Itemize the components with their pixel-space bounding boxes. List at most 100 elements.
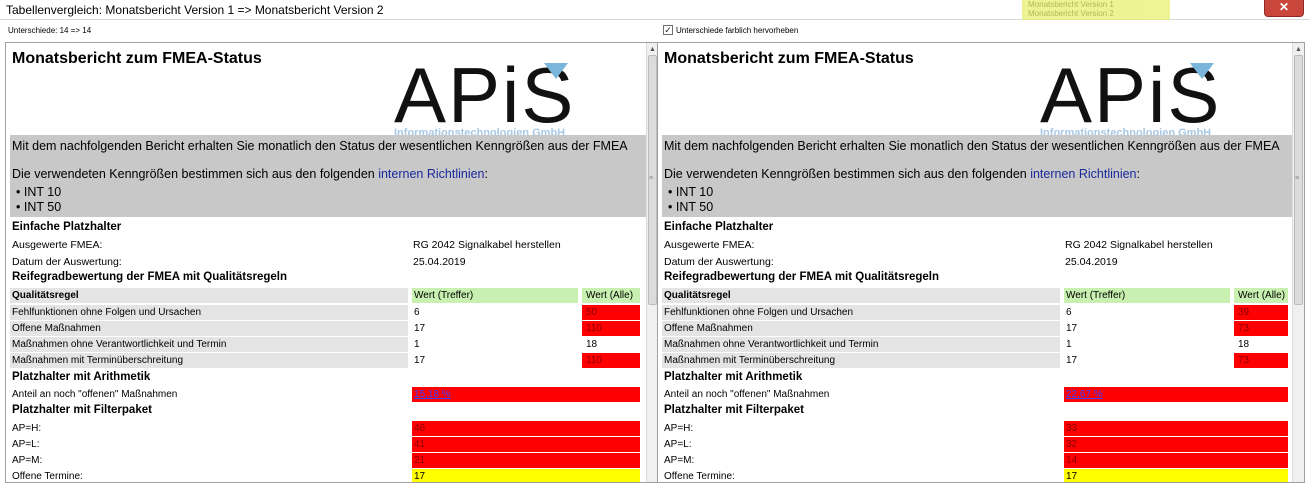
col-all-header: Wert (Alle) [582, 288, 640, 303]
guidelines-link[interactable]: internen Richtlinien [1030, 167, 1136, 181]
diff-count: Unterschiede: 14 => 14 [8, 26, 92, 35]
diff-cell: 39 [1234, 305, 1288, 320]
table-row: Maßnahmen mit Terminüberschreitung 17 11… [10, 353, 646, 369]
table-row: Maßnahmen ohne Verantwortlichkeit und Te… [662, 337, 1250, 352]
kpi-suffix: : [1136, 167, 1140, 181]
kpi-prefix: Die verwendeten Kenngrößen bestimmen sic… [12, 167, 379, 181]
ap-h-row: AP=H: 33 [662, 421, 1292, 437]
scroll-grip-icon: ≡ [649, 175, 654, 182]
table-row: Fehlfunktionen ohne Folgen und Ursachen … [662, 305, 1292, 321]
ap-h-value: 33 [1064, 421, 1288, 436]
ap-h-value: 46 [412, 421, 640, 436]
logo-triangle-icon [544, 63, 568, 79]
kpi-text: Die verwendeten Kenngrößen bestimmen sic… [12, 167, 488, 181]
col-hits-header: Wert (Treffer) [412, 288, 578, 303]
diff-cell: 110 [582, 353, 640, 368]
fmea-value: RG 2042 Signalkabel herstellen [413, 239, 561, 251]
close-button[interactable]: ✕ [1264, 0, 1304, 17]
col-hits-header: Wert (Treffer) [1064, 288, 1230, 303]
ap-h-row: AP=H: 46 [10, 421, 646, 437]
fmea-value: RG 2042 Signalkabel herstellen [1065, 239, 1213, 251]
kpi-prefix: Die verwendeten Kenngrößen bestimmen sic… [664, 167, 1031, 181]
diff-cell: 110 [582, 321, 640, 336]
date-label: Datum der Auswertung: [664, 256, 774, 268]
table-header-row: Qualitätsregel Wert (Treffer) Wert (Alle… [662, 288, 1292, 304]
intro-box: Mit dem nachfolgenden Bericht erhalten S… [10, 135, 646, 217]
table-row: Offene Maßnahmen 17 73 [662, 321, 1292, 337]
report-title: Monatsbericht zum FMEA-Status [664, 50, 914, 67]
intro-text: Mit dem nachfolgenden Bericht erhalten S… [12, 139, 628, 153]
fmea-label: Ausgewerte FMEA: [664, 239, 755, 251]
table-row: Fehlfunktionen ohne Folgen und Ursachen … [10, 305, 646, 321]
scroll-up-icon[interactable]: ▲ [649, 46, 656, 53]
diff-cell: 50 [582, 305, 640, 320]
table-row: Maßnahmen ohne Verantwortlichkeit und Te… [10, 337, 598, 352]
ap-m-row: AP=M: 14 [662, 453, 1292, 469]
bg-hint-2: Monatsbericht Version 2 [1028, 9, 1114, 18]
table-header-row: Qualitätsregel Wert (Treffer) Wert (Alle… [10, 288, 646, 304]
report-title: Monatsbericht zum FMEA-Status [12, 50, 262, 67]
left-report-pane[interactable]: Monatsbericht zum FMEA-Status APiS Infor… [5, 42, 659, 483]
date-value: 25.04.2019 [1065, 256, 1118, 268]
right-report-pane[interactable]: Monatsbericht zum FMEA-Status APiS Infor… [657, 42, 1305, 483]
col-rule-header: Qualitätsregel [10, 288, 408, 303]
section-maturity: Reifegradbewertung der FMEA mit Qualität… [12, 271, 287, 283]
intro-box: Mit dem nachfolgenden Bericht erhalten S… [662, 135, 1292, 217]
ap-m-value: 14 [1064, 453, 1288, 468]
fmea-label: Ausgewerte FMEA: [12, 239, 103, 251]
logo-letters: APiS [394, 57, 576, 137]
open-share-row: Anteil an noch "offenen" Maßnahmen 15,18… [10, 387, 646, 403]
section-arithmetic: Platzhalter mit Arithmetik [12, 371, 151, 383]
apis-logo: APiS Informationstechnologien GmbH [1040, 57, 1292, 137]
list-item: • INT 50 [16, 200, 62, 214]
right-vertical-scrollbar[interactable]: ▲ ≡ [1292, 43, 1304, 482]
section-maturity: Reifegradbewertung der FMEA mit Qualität… [664, 271, 939, 283]
open-share-value[interactable]: 15,18 % [412, 387, 640, 402]
list-item: • INT 10 [16, 185, 62, 199]
apis-logo: APiS Informationstechnologien GmbH [394, 57, 646, 137]
highlight-differences-label: Unterschiede farblich hervorheben [676, 25, 799, 35]
kpi-suffix: : [484, 167, 488, 181]
checkbox-check-icon[interactable]: ✓ [663, 25, 673, 35]
open-share-value[interactable]: 22,67 % [1064, 387, 1288, 402]
section-filter: Platzhalter mit Filterpaket [664, 404, 804, 416]
table-row: Offene Maßnahmen 17 110 [10, 321, 646, 337]
open-dates-row: Offene Termine: 17 [10, 469, 646, 482]
left-report-content: Monatsbericht zum FMEA-Status APiS Infor… [6, 43, 646, 482]
diff-cell: 73 [1234, 321, 1288, 336]
table-row: Maßnahmen mit Terminüberschreitung 17 73 [662, 353, 1292, 369]
section-simple-placeholders: Einfache Platzhalter [12, 221, 122, 233]
logo-letters: APiS [1040, 57, 1222, 137]
ap-l-value: 41 [412, 437, 640, 452]
ap-l-row: AP=L: 41 [10, 437, 646, 453]
list-item: • INT 50 [668, 200, 714, 214]
open-share-row: Anteil an noch "offenen" Maßnahmen 22,67… [662, 387, 1292, 403]
window-title: Tabellenvergleich: Monatsbericht Version… [6, 3, 384, 17]
diff-cell: 73 [1234, 353, 1288, 368]
ap-l-value: 32 [1064, 437, 1288, 452]
open-dates-value: 17 [1064, 469, 1288, 482]
guideline-list: • INT 10 • INT 50 [668, 185, 713, 215]
logo-triangle-icon [1190, 63, 1214, 79]
open-share-label: Anteil an noch "offenen" Maßnahmen [12, 389, 178, 400]
background-window-hint: Monatsbericht Version 1 Monatsbericht Ve… [1022, 0, 1170, 20]
bg-hint-1: Monatsbericht Version 1 [1028, 0, 1114, 9]
col-rule-header: Qualitätsregel [662, 288, 1060, 303]
date-label: Datum der Auswertung: [12, 256, 122, 268]
open-dates-value: 17 [412, 469, 640, 482]
scroll-up-icon[interactable]: ▲ [1295, 46, 1302, 53]
guidelines-link[interactable]: internen Richtlinien [378, 167, 484, 181]
close-icon: ✕ [1278, 0, 1290, 14]
kpi-text: Die verwendeten Kenngrößen bestimmen sic… [664, 167, 1140, 181]
guideline-list: • INT 10 • INT 50 [16, 185, 61, 215]
section-arithmetic: Platzhalter mit Arithmetik [664, 371, 803, 383]
ap-m-value: 21 [412, 453, 640, 468]
open-share-label: Anteil an noch "offenen" Maßnahmen [664, 389, 830, 400]
scroll-grip-icon: ≡ [1295, 175, 1300, 182]
section-filter: Platzhalter mit Filterpaket [12, 404, 152, 416]
title-bar: Tabellenvergleich: Monatsbericht Version… [0, 0, 1310, 20]
ap-m-row: AP=M: 21 [10, 453, 646, 469]
highlight-differences-checkbox[interactable]: ✓ Unterschiede farblich hervorheben [663, 25, 798, 35]
right-report-content: Monatsbericht zum FMEA-Status APiS Infor… [658, 43, 1292, 482]
open-dates-row: Offene Termine: 17 [662, 469, 1292, 482]
